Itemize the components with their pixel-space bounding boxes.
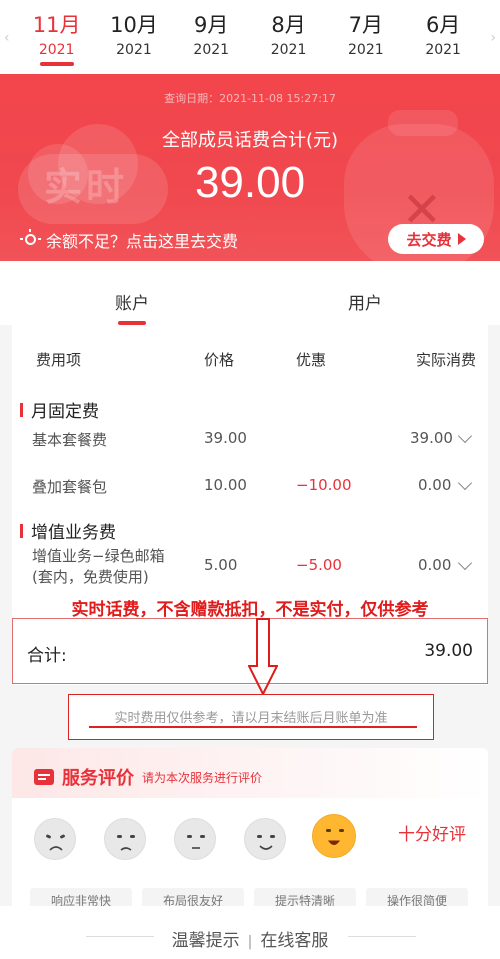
row-price: 5.00 xyxy=(204,556,238,574)
section-value-added-fee: 增值业务费 xyxy=(20,518,116,543)
month-label: 11月 xyxy=(32,13,81,37)
header-actual: 实际消费 xyxy=(416,351,477,369)
online-service-link[interactable]: 在线客服 xyxy=(260,931,328,951)
header-discount: 优惠 xyxy=(296,351,327,369)
month-label: 10月 xyxy=(110,13,158,37)
section-marker xyxy=(20,402,23,417)
chevron-down-icon[interactable] xyxy=(457,555,473,571)
month-tab-2[interactable]: 9月 2021 xyxy=(173,10,250,66)
row-actual: 0.00 xyxy=(418,556,452,574)
month-label: 8月 xyxy=(271,13,306,37)
year-label: 2021 xyxy=(38,42,75,58)
month-tab-5[interactable]: 6月 2021 xyxy=(404,10,481,66)
rating-header: 服务评价 请为本次服务进行评价 xyxy=(34,764,262,790)
section-value-added-fee-title: 增值业务费 xyxy=(31,523,116,543)
month-tab-0[interactable]: 11月 2021 xyxy=(18,10,95,66)
tab-account-label: 账户 xyxy=(115,294,149,314)
row-item-line2: (套内，免费使用) xyxy=(32,568,149,586)
row-discount: −10.00 xyxy=(296,476,352,494)
total-row-label: 合计: xyxy=(27,646,67,666)
row-item: 基本套餐费 xyxy=(32,431,108,449)
annotation-down-arrow-icon xyxy=(248,618,278,696)
row-discount: −5.00 xyxy=(296,556,342,574)
low-balance-hint[interactable]: 余额不足？点击这里去交费 xyxy=(20,228,238,252)
total-amount: 39.00 xyxy=(194,158,306,207)
tab-user[interactable]: 用户 xyxy=(250,261,500,325)
total-label: 全部成员话费合计(元) xyxy=(161,130,339,151)
realtime-fee-note: 实时费用仅供参考，请以月末结账后月账单为准 xyxy=(68,694,434,740)
angry-face-icon[interactable] xyxy=(34,818,76,860)
year-label: 2021 xyxy=(425,42,461,58)
query-date: 查询日期：2021-11-08 15:27:17 xyxy=(164,92,336,105)
month-tab-4[interactable]: 7月 2021 xyxy=(327,10,404,66)
row-actual: 39.00 xyxy=(410,429,453,447)
year-label: 2021 xyxy=(348,42,384,58)
message-icon xyxy=(34,769,54,785)
total-row-value: 39.00 xyxy=(424,641,473,661)
bill-summary-banner: 实时 ✕ 查询日期：2021-11-08 15:27:17 全部成员话费合计(元… xyxy=(0,74,500,261)
play-arrow-icon xyxy=(457,233,466,245)
bottom-links-bar: 温馨提示 | 在线客服 xyxy=(0,906,500,959)
year-label: 2021 xyxy=(116,42,152,58)
lightbulb-icon xyxy=(20,229,41,250)
hint-text: 余额不足？点击这里去交费 xyxy=(46,232,239,251)
tab-user-label: 用户 xyxy=(348,294,382,314)
table-row[interactable]: 增值业务−绿色邮箱 (套内，免费使用) 5.00 −5.00 0.00 xyxy=(12,545,488,586)
section-monthly-fee-title: 月固定费 xyxy=(31,402,99,422)
year-label: 2021 xyxy=(193,42,230,58)
active-month-indicator xyxy=(39,62,74,66)
row-item: 叠加套餐包 xyxy=(32,478,108,496)
month-tab-3[interactable]: 8月 2021 xyxy=(250,10,327,66)
pay-button[interactable]: 去交费 xyxy=(388,224,484,254)
chevron-left-icon[interactable]: ‹ xyxy=(4,30,10,46)
grinning-face-icon[interactable] xyxy=(312,814,356,858)
chevron-down-icon[interactable] xyxy=(457,428,473,444)
month-label: 7月 xyxy=(348,13,384,37)
annotation-realtime-note: 实时话费，不含赠款抵扣，不是实付，仅供参考 xyxy=(71,600,429,620)
rating-subtitle: 请为本次服务进行评价 xyxy=(142,770,263,785)
month-label: 9月 xyxy=(194,13,229,37)
month-tab-1[interactable]: 10月 2021 xyxy=(95,10,172,66)
tab-account[interactable]: 账户 xyxy=(0,261,250,325)
section-monthly-fee: 月固定费 xyxy=(20,397,99,422)
rating-level-label: 十分好评 xyxy=(398,825,466,845)
header-item: 费用项 xyxy=(36,351,82,369)
separator: | xyxy=(247,934,253,950)
tips-link[interactable]: 温馨提示 xyxy=(172,931,240,951)
rating-title: 服务评价 xyxy=(62,768,134,789)
month-label: 6月 xyxy=(425,13,461,37)
chevron-right-icon[interactable]: › xyxy=(490,30,496,46)
row-price: 39.00 xyxy=(204,429,247,447)
view-tabs: 账户 用户 xyxy=(0,261,500,325)
row-price: 10.00 xyxy=(204,476,247,494)
realtime-fee-note-text: 实时费用仅供参考，请以月末结账后月账单为准 xyxy=(114,711,388,726)
month-selector: ‹ 11月 2021 10月 2021 9月 2021 8月 2021 7月 2… xyxy=(0,0,500,74)
year-label: 2021 xyxy=(270,42,307,58)
smile-face-icon[interactable] xyxy=(244,818,286,860)
pay-button-label: 去交费 xyxy=(406,230,452,249)
row-actual: 0.00 xyxy=(418,476,452,494)
annotation-underline xyxy=(89,726,417,728)
chevron-down-icon[interactable] xyxy=(457,475,473,491)
header-price: 价格 xyxy=(204,351,235,369)
neutral-face-icon[interactable] xyxy=(174,818,216,860)
section-marker xyxy=(20,523,23,538)
sad-face-icon[interactable] xyxy=(104,818,146,860)
row-item-line1: 增值业务−绿色邮箱 xyxy=(32,547,165,565)
